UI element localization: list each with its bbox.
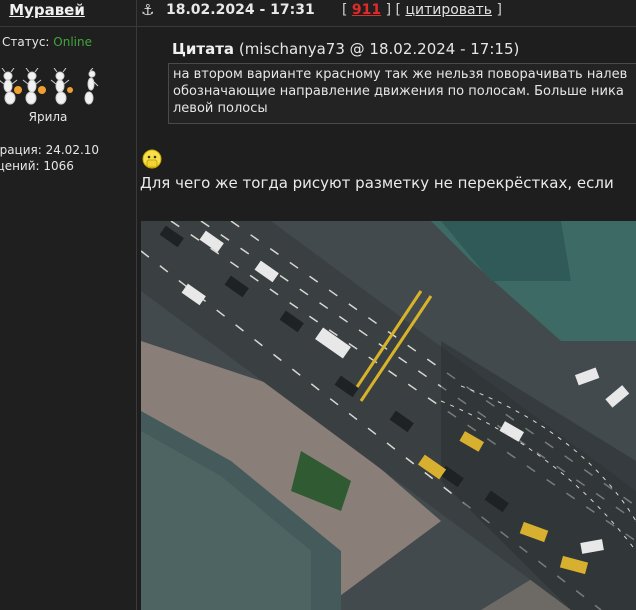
user-status: Статус: Online [2,35,136,49]
user-profile-column: Муравей Статус: Online Ярила страция: 24… [0,0,137,610]
post-links: [ 911 ] [ цитировать ] [342,2,502,18]
username-link[interactable]: Муравей [9,1,85,19]
quote-button[interactable]: цитировать [405,2,492,18]
quote-line: на втором варианте красному так же нельз… [173,67,628,82]
post-count: бщений: 1066 [0,159,74,173]
aerial-intersection-photo [141,221,636,610]
quote-title: Цитата [172,40,235,58]
user-stats: страция: 24.02.10 бщений: 1066 [0,142,99,174]
quote-header: Цитата (mischanya73 @ 18.02.2024 - 17:15… [172,40,519,58]
status-online: Online [53,35,93,49]
status-label: Статус: [2,35,50,49]
quote-line: обозначающие направление движения по пол… [173,84,624,99]
bracket: ] [ [385,2,401,18]
user-rank: Ярила [28,110,68,124]
bracket: ] [496,2,502,18]
post-body: Для чего же тогда рисуют разметку не пер… [140,174,614,192]
registration-date: страция: 24.02.10 [0,143,100,157]
quote-meta: (mischanya73 @ 18.02.2024 - 17:15) [238,40,520,58]
user-header: Муравей [0,0,136,27]
anchor-icon[interactable]: ⚓ [141,1,154,19]
bracket: [ [342,2,348,18]
quote-line: левой полосы [173,101,268,116]
quote-box: на втором варианте красному так же нельз… [168,63,636,124]
rank-ants-icon [0,68,99,105]
post-header: ⚓ 18.02.2024 - 17:31 [ 911 ] [ цитироват… [137,0,636,27]
thinking-smiley-icon [142,149,162,169]
post-column: ⚓ 18.02.2024 - 17:31 [ 911 ] [ цитироват… [137,0,636,610]
post-date: 18.02.2024 - 17:31 [166,2,315,18]
post-number-link[interactable]: 911 [352,2,381,18]
